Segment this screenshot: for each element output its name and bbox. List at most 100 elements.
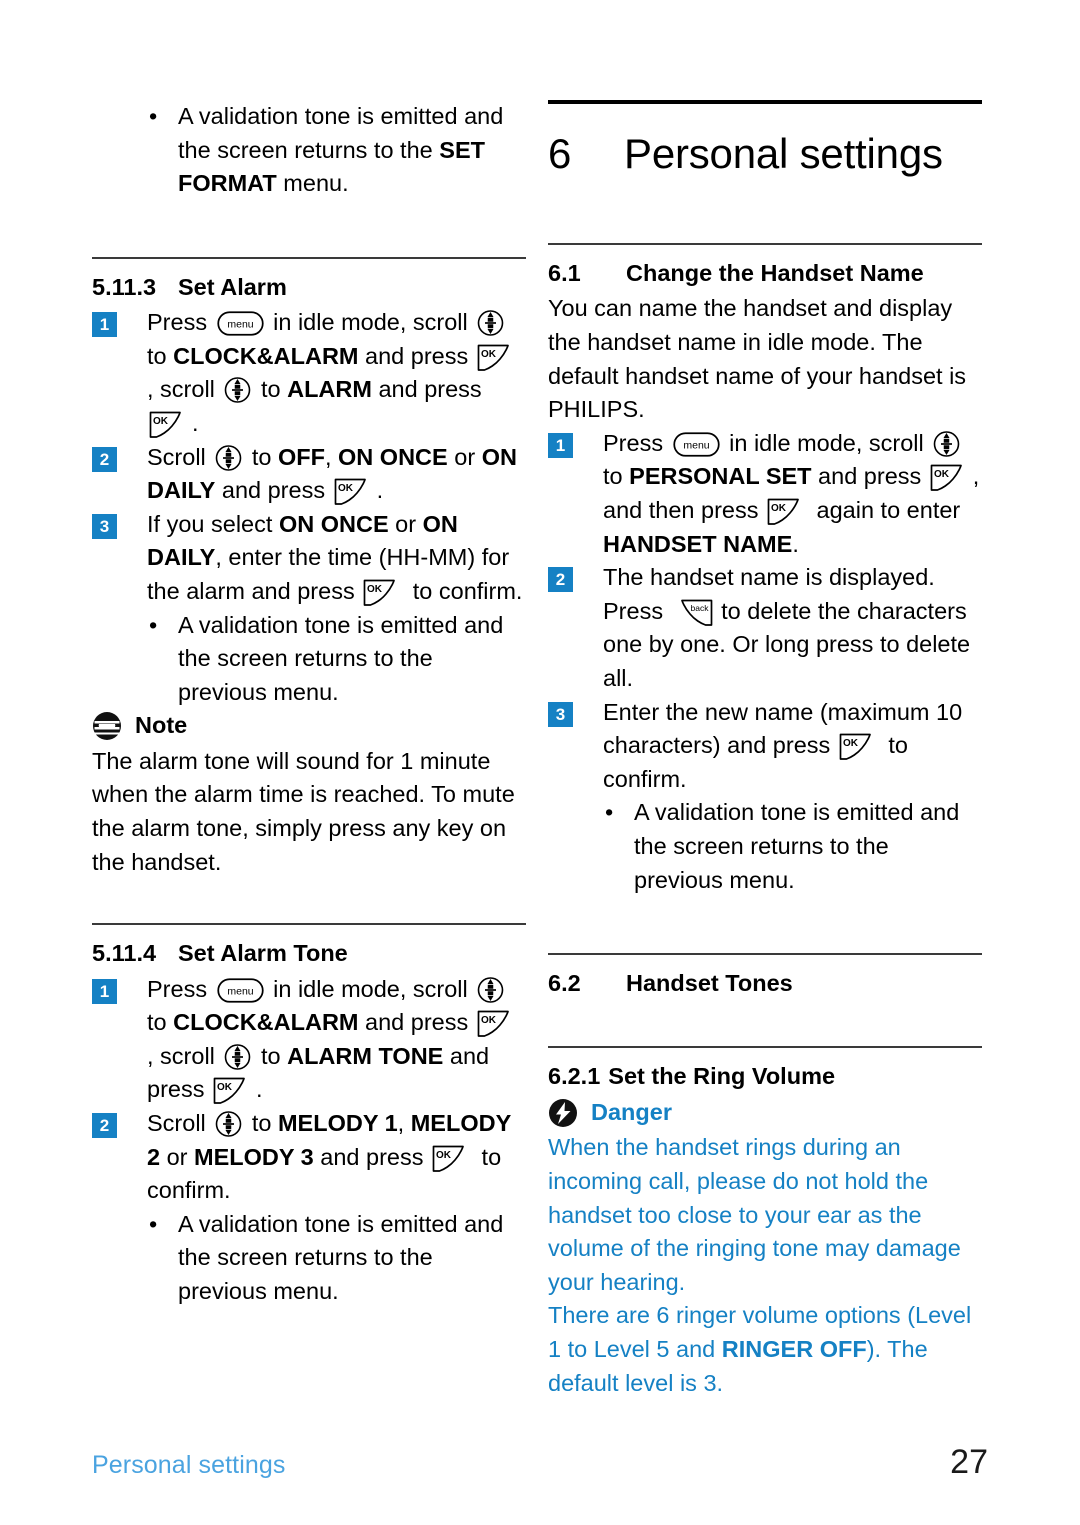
bullet-dot: •: [149, 1210, 158, 1237]
page-footer: Personal settings 27: [92, 1443, 988, 1482]
ok-key-icon: [477, 344, 518, 372]
bullet-dot: •: [149, 103, 158, 129]
step-text: , scroll: [147, 376, 222, 403]
step-bold: MELODY 1: [277, 1110, 398, 1136]
step-item: 2 Scroll to MELODY 1, MELODY 2 or MELODY…: [92, 1107, 526, 1208]
step-text: to: [147, 342, 174, 369]
step-badge: 2: [92, 1113, 117, 1138]
heading-6-2-1: 6.2.1 Set the Ring Volume: [548, 1062, 982, 1091]
step-item: 1 Press in idle mode, scroll to CLOCK&AL…: [92, 973, 526, 1107]
bullet-text: A validation tone is emitted and the scr…: [634, 799, 960, 893]
step-text: in idle mode, scroll: [266, 975, 475, 1002]
note-callout-header: Note: [92, 709, 526, 743]
step-badge: 1: [92, 312, 117, 338]
divider-rule: [92, 923, 526, 926]
result-bullet: • A validation tone is emitted and the s…: [92, 1208, 526, 1309]
scroll-key-icon: [477, 308, 504, 338]
step-text: Press: [147, 309, 214, 336]
step-text: ,: [324, 443, 339, 470]
danger-callout-header: Danger: [548, 1096, 982, 1130]
ok-key-icon: [767, 498, 808, 526]
step-text: Scroll: [147, 443, 213, 470]
back-key-icon: [672, 599, 713, 627]
heading-number: 5.11.3: [92, 273, 157, 300]
heading-number: 6.2: [548, 970, 581, 997]
divider-rule: [548, 953, 982, 956]
step-bold: ALARM TONE: [287, 1042, 444, 1069]
step-badge: 2: [92, 446, 117, 472]
step-bold: ON ONCE: [338, 443, 448, 470]
heading-5-11-4: 5.11.4 Set Alarm Tone: [92, 939, 526, 968]
step-text: .: [792, 530, 799, 557]
chapter-number: 6: [548, 130, 572, 177]
danger-paragraph-2: There are 6 ringer volume options (Level…: [548, 1299, 982, 1400]
continued-bullet: • A validation tone is emitted and the s…: [92, 100, 526, 201]
ok-key-icon: [334, 478, 375, 506]
step-bold: MELODY 3: [194, 1143, 314, 1170]
step-text: Press: [603, 429, 670, 456]
step-text: If you select: [147, 510, 279, 537]
step-bold: CLOCK&ALARM: [173, 342, 359, 369]
step-bold: ON ONCE: [278, 510, 389, 537]
heading-number: 5.11.4: [92, 940, 157, 967]
step-text: in idle mode, scroll: [722, 429, 931, 456]
step-text: to: [245, 1110, 278, 1136]
step-badge: 1: [548, 432, 573, 458]
step-text: again to enter: [810, 496, 961, 523]
danger-icon: [548, 1098, 578, 1128]
step-text: and press: [371, 376, 482, 403]
step-item: 2 The handset name is displayed. Press t…: [548, 561, 982, 695]
step-bold: CLOCK&ALARM: [173, 1009, 359, 1036]
step-bold: OFF: [277, 443, 325, 470]
heading-title: Set Alarm Tone: [178, 940, 348, 967]
bullet-dot: •: [149, 611, 158, 638]
step-bold: PERSONAL SET: [629, 463, 812, 490]
scroll-key-icon: [477, 975, 504, 1005]
step-item: 3 Enter the new name (maximum 10 charact…: [548, 696, 982, 797]
bullet-dot: •: [605, 799, 614, 826]
manual-page: • A validation tone is emitted and the s…: [0, 0, 1080, 1525]
chapter-title: 6 Personal settings: [548, 130, 982, 177]
step-badge: 1: [92, 978, 117, 1004]
step-text: .: [256, 1076, 263, 1103]
ok-key-icon: [149, 411, 190, 439]
step-text: .: [376, 477, 384, 504]
step-text: in idle mode, scroll: [266, 309, 475, 336]
step-text: Press: [147, 975, 214, 1002]
step-text: or: [388, 510, 423, 537]
page-number: 27: [950, 1443, 988, 1481]
divider-rule: [548, 1046, 982, 1049]
footer-chapter-label: Personal settings: [92, 1451, 286, 1479]
step-badge: 3: [548, 701, 573, 727]
step-text: and press: [313, 1143, 431, 1170]
ok-key-icon: [930, 464, 971, 492]
step-text: ,: [397, 1110, 411, 1136]
step-badge: 3: [92, 513, 117, 539]
step-text: Enter the new name (maximum 10 character…: [603, 698, 963, 759]
step-text: and press: [358, 1009, 475, 1036]
note-text: The alarm tone will sound for 1 minute w…: [92, 747, 515, 875]
heading-number: 6.1: [548, 260, 581, 287]
heading-5-11-3: 5.11.3 Set Alarm: [92, 273, 526, 302]
left-column: • A validation tone is emitted and the s…: [92, 100, 526, 1309]
scroll-key-icon: [933, 429, 960, 459]
chapter-rule: [548, 100, 982, 104]
menu-key-icon: [217, 978, 264, 1003]
danger-label: Danger: [591, 1098, 672, 1125]
step-text: to: [245, 443, 278, 470]
step-item: 2 Scroll to OFF, ON ONCE or ON DAILY and…: [92, 441, 526, 508]
ok-key-icon: [477, 1010, 518, 1038]
step-text: to: [254, 1042, 288, 1069]
result-bullet: • A validation tone is emitted and the s…: [548, 796, 982, 897]
scroll-key-icon: [224, 1042, 251, 1072]
ok-key-icon: [363, 579, 404, 607]
step-item: 3 If you select ON ONCE or ON DAILY, ent…: [92, 508, 526, 609]
heading-title: Set Alarm: [178, 273, 287, 300]
scroll-key-icon: [224, 375, 251, 405]
note-label: Note: [135, 712, 188, 739]
step-text: to: [603, 463, 630, 490]
ok-key-icon: [839, 733, 880, 761]
step-text: to confirm.: [406, 577, 523, 604]
heading-title: Change the Handset Name: [626, 260, 924, 287]
heading-title: Handset Tones: [626, 970, 793, 997]
